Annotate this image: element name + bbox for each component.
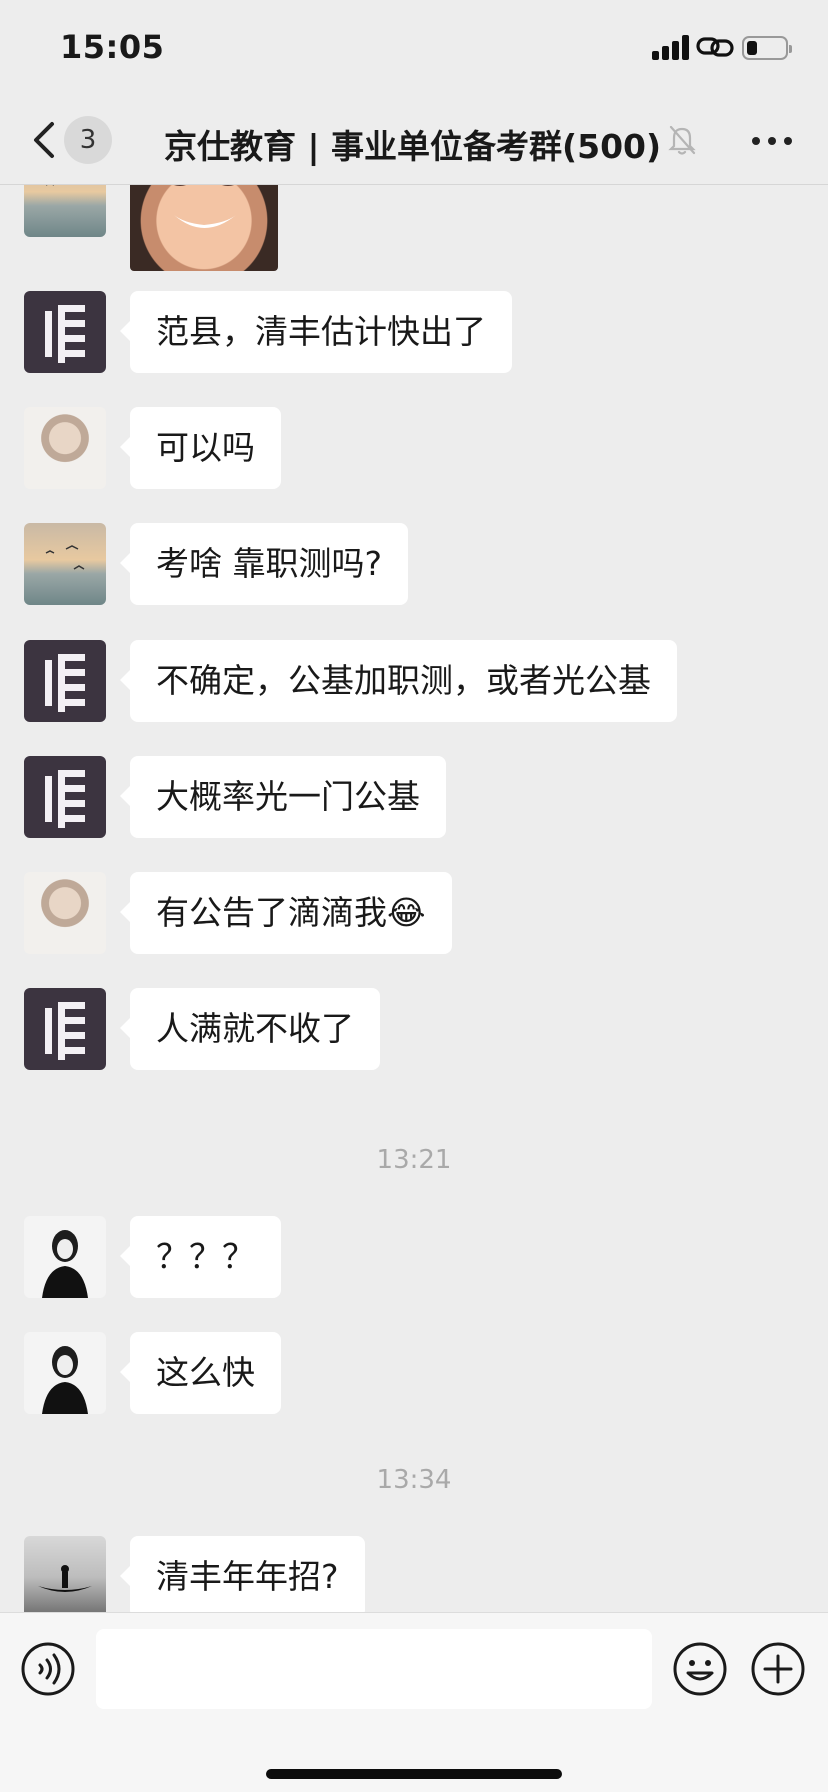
message-row: 这么快 [0,1332,828,1414]
personal-hotspot-icon [696,37,734,57]
message-row: 不确定，公基加职测，或者光公基 [0,640,828,722]
message-bubble[interactable]: 可以吗 [120,407,281,489]
sender-avatar[interactable] [24,523,106,605]
message-timestamp: 13:21 [376,1145,452,1175]
sender-avatar[interactable] [24,640,106,722]
message-row: 人满就不收了 [0,988,828,1070]
back-button[interactable] [22,114,68,166]
chat-nav-bar: 3 京仕教育 | 事业单位备考群(500) [0,96,828,185]
message-row: 考啥 靠职测吗? [0,523,828,605]
sender-avatar[interactable] [24,291,106,373]
sender-avatar[interactable] [24,872,106,954]
message-row: ？？？ [0,1216,828,1298]
status-bar: 15:05 [0,0,828,96]
message-list[interactable]: 范县，清丰估计快出了 可以吗 考啥 靠职测吗? 不确定，公基加职测，或者光公基 [0,185,828,1612]
message-row: 有公告了滴滴我😂 [0,872,828,954]
sender-avatar[interactable] [24,185,106,237]
message-bubble[interactable]: 不确定，公基加职测，或者光公基 [120,640,677,722]
message-input[interactable] [96,1629,652,1709]
message-row: 清丰年年招? [0,1536,828,1612]
sender-avatar[interactable] [24,1332,106,1414]
message-bubble[interactable]: 这么快 [120,1332,281,1414]
message-bubble[interactable]: 考啥 靠职测吗? [119,523,409,605]
unread-count-badge[interactable]: 3 [64,116,112,164]
cellular-signal-icon [652,34,692,60]
message-bubble[interactable]: 人满就不收了 [120,988,380,1070]
image-message[interactable] [130,185,278,271]
sender-avatar[interactable] [24,756,106,838]
message-bubble[interactable]: 清丰年年招? [120,1536,365,1612]
message-row: 范县，清丰估计快出了 [0,291,828,373]
message-bubble[interactable]: 有公告了滴滴我😂 [120,872,452,954]
status-time: 15:05 [60,28,165,66]
plus-circle-icon[interactable] [750,1641,806,1697]
message-row [0,185,828,271]
emoji-icon[interactable] [672,1641,728,1697]
chat-screen: 15:05 3 京仕教育 | 事业单位备考群(500) 范县，清丰估计快出了 可… [0,0,828,1792]
voice-icon[interactable] [20,1641,76,1697]
message-bubble[interactable]: 范县，清丰估计快出了 [120,291,512,373]
message-bubble[interactable]: ？？？ [120,1216,281,1298]
message-bubble[interactable]: 大概率光一门公基 [120,756,446,838]
bell-muted-icon [668,125,696,155]
message-row: 可以吗 [0,407,828,489]
chat-title: 京仕教育 | 事业单位备考群(500) [164,127,662,166]
sender-avatar[interactable] [24,407,106,489]
message-timestamp: 13:34 [376,1465,452,1495]
sender-avatar[interactable] [24,1536,106,1612]
more-options-button[interactable] [748,122,796,158]
message-row: 大概率光一门公基 [0,756,828,838]
home-indicator [266,1769,562,1779]
sender-avatar[interactable] [24,988,106,1070]
battery-icon [742,36,792,60]
chat-input-bar [0,1612,828,1792]
sender-avatar[interactable] [24,1216,106,1298]
